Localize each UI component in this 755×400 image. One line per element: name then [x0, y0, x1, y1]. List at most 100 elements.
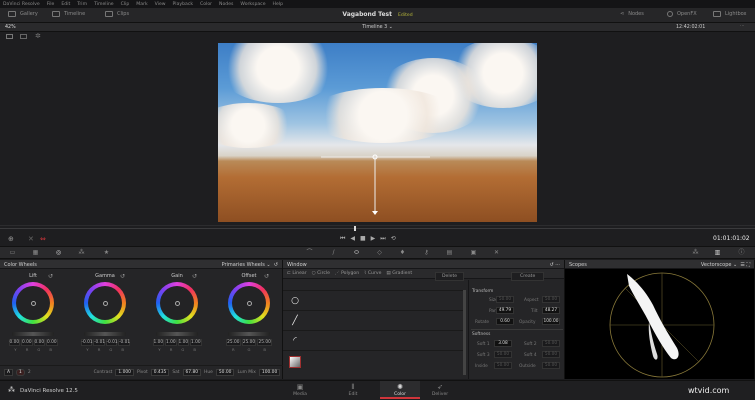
window-item-curve[interactable]: ◜ — [283, 330, 463, 350]
highlight-icon[interactable]: ✲ — [35, 32, 41, 40]
color-wheel[interactable] — [156, 282, 198, 324]
hue-field[interactable]: 50.00 — [215, 369, 235, 376]
aspect-field[interactable]: 50.00 — [542, 296, 560, 303]
split-view-icon[interactable] — [6, 34, 13, 39]
window-overlay[interactable] — [218, 43, 537, 222]
menu-item[interactable]: Trim — [77, 2, 87, 7]
page-2-button[interactable]: 2 — [28, 370, 31, 375]
tracker-icon[interactable]: ◇ — [376, 250, 383, 256]
blur-icon[interactable]: ♦ — [399, 250, 406, 256]
wheel-center-handle[interactable] — [30, 300, 36, 306]
wheels-mode-dropdown[interactable]: Primaries Wheels ⌄ ↺ — [222, 262, 278, 268]
scrubber[interactable] — [0, 228, 755, 229]
wheel-value-field[interactable]: 1.00 — [152, 339, 164, 346]
menu-item[interactable]: Edit — [61, 2, 70, 7]
wheel-center-handle[interactable] — [102, 300, 108, 306]
rgb-mixer-icon[interactable]: ⁂ — [78, 250, 85, 256]
window-item-gradient[interactable] — [283, 350, 463, 370]
reset-icon[interactable]: ↺ — [264, 273, 269, 280]
page-tab-color[interactable]: ✺ Color — [380, 381, 420, 399]
wheel-center-handle[interactable] — [246, 300, 252, 306]
soft1-field[interactable]: 3.08 — [494, 340, 512, 347]
master-wheel-slider[interactable] — [156, 332, 198, 336]
scopes-toggle-icon[interactable]: ▥ — [714, 250, 721, 256]
pivot-field[interactable]: 0.435 — [150, 369, 170, 376]
wheel-value-field[interactable]: 0.00 — [46, 339, 58, 346]
wheel-value-field[interactable]: -0.01 — [118, 339, 130, 346]
window-tool-gradient[interactable]: ▤ Gradient — [386, 271, 412, 276]
scope-mode-dropdown[interactable]: Vectorscope ⌄ ☰ ⛶ — [701, 262, 750, 268]
menu-item[interactable]: Workspace — [240, 2, 265, 7]
curves-icon[interactable]: ⌒ — [306, 250, 313, 256]
master-wheel-slider[interactable] — [84, 332, 126, 336]
bypass-icon[interactable]: ✕ — [28, 235, 34, 243]
sat-field[interactable]: 67.80 — [182, 369, 202, 376]
menu-item[interactable]: DaVinci Resolve — [3, 2, 40, 7]
menu-item[interactable]: Timeline — [94, 2, 114, 7]
info-icon[interactable]: ⓘ — [738, 250, 745, 256]
panel-options[interactable]: ↺ ··· — [549, 262, 560, 268]
wipe-icon[interactable] — [20, 34, 27, 39]
wheel-value-field[interactable]: 25.00 — [226, 339, 241, 346]
reset-icon[interactable]: ↺ — [192, 273, 197, 280]
wheel-value-field[interactable]: 0.00 — [21, 339, 33, 346]
reset-icon[interactable]: ↺ — [48, 273, 53, 280]
key-icon[interactable]: ⚷ — [423, 250, 430, 256]
window-tool-curve[interactable]: ⌇ Curve — [364, 271, 381, 276]
page-tab-deliver[interactable]: ➶ Deliver — [425, 383, 455, 397]
menu-item[interactable]: Color — [200, 2, 212, 7]
color-wheel[interactable] — [84, 282, 126, 324]
playhead[interactable] — [354, 226, 356, 231]
scrollbar[interactable] — [463, 290, 466, 375]
color-match-icon[interactable]: ▦ — [32, 250, 39, 256]
size-field[interactable]: 50.00 — [496, 296, 514, 303]
window-item-circle[interactable]: ○ — [283, 290, 463, 310]
more-icon[interactable]: ··· — [740, 24, 745, 29]
delete-button[interactable]: Delete — [435, 272, 465, 281]
window-tool-icon[interactable]: ⬭ — [353, 250, 360, 256]
color-wheel[interactable] — [228, 282, 270, 324]
reset-icon[interactable]: ↺ — [120, 273, 125, 280]
info-panel-icon[interactable]: ⁂ — [692, 250, 699, 256]
wheel-value-field[interactable]: -0.01 — [105, 339, 118, 346]
menu-item[interactable]: Playback — [173, 2, 194, 7]
menu-item[interactable]: File — [47, 2, 55, 7]
playback-controls[interactable]: ⏮◀■▶⏭⟲ — [340, 235, 401, 243]
rotate-field[interactable]: 0.60 — [496, 318, 514, 325]
menu-item[interactable]: Clip — [121, 2, 130, 7]
soft4-field[interactable]: 50.00 — [542, 351, 560, 358]
wheel-value-field[interactable]: 25.00 — [241, 339, 257, 346]
red-link-icon[interactable]: ⇔ — [40, 235, 46, 243]
tilt-field[interactable]: 48.27 — [542, 307, 560, 314]
lummix-field[interactable]: 100.00 — [258, 369, 281, 376]
wheel-value-field[interactable]: 0.00 — [33, 339, 45, 346]
motion-effects-icon[interactable]: ★ — [103, 250, 110, 256]
page-1-button[interactable]: 1 — [16, 369, 25, 376]
wheel-value-field[interactable]: 1.00 — [177, 339, 189, 346]
timeline-dropdown[interactable]: Timeline 3 ⌄ — [0, 25, 755, 30]
menu-item[interactable]: Nodes — [219, 2, 233, 7]
camera-raw-icon[interactable]: ▭ — [9, 250, 16, 256]
wheel-center-handle[interactable] — [174, 300, 180, 306]
soft3-field[interactable]: 50.00 — [494, 351, 512, 358]
wheel-value-field[interactable]: -0.01 — [93, 339, 105, 346]
sizing-icon[interactable]: ▤ — [446, 250, 453, 256]
a-button[interactable]: A — [4, 369, 14, 376]
color-wheel[interactable] — [12, 282, 54, 324]
menu-item[interactable]: Help — [273, 2, 283, 7]
color-wheels-icon[interactable]: ◎ — [55, 250, 62, 256]
outside-field[interactable]: 50.00 — [542, 362, 560, 369]
page-tab-edit[interactable]: ⫴ Edit — [338, 383, 368, 397]
menu-item[interactable]: View — [155, 2, 166, 7]
inside-field[interactable]: 50.00 — [494, 362, 512, 369]
3d-icon[interactable]: ▣ — [470, 250, 477, 256]
contrast-field[interactable]: 1.000 — [115, 369, 134, 376]
window-tool-polygon[interactable]: ⋰ Polygon — [335, 271, 359, 276]
master-wheel-slider[interactable] — [228, 332, 270, 336]
wheel-value-field[interactable]: 1.00 — [190, 339, 202, 346]
wheel-value-field[interactable]: 25.00 — [257, 339, 273, 346]
page-tab-media[interactable]: ▣ Media — [285, 383, 315, 397]
master-wheel-slider[interactable] — [12, 332, 54, 336]
wheel-value-field[interactable]: -0.01 — [80, 339, 93, 346]
qualifier-icon[interactable]: / — [330, 250, 337, 256]
